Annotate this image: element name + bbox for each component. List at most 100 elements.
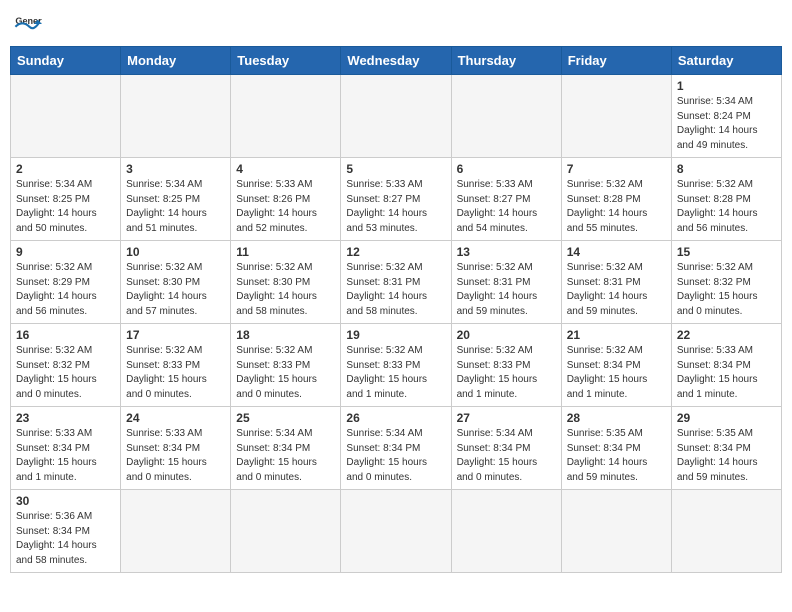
logo-icon: General: [14, 10, 42, 38]
day-info: Sunrise: 5:33 AM Sunset: 8:34 PM Dayligh…: [677, 344, 776, 402]
day-info: Sunrise: 5:32 AM Sunset: 8:33 PM Dayligh…: [346, 344, 445, 402]
calendar-day-cell: 9 Sunrise: 5:32 AM Sunset: 8:29 PM Daylig…: [11, 241, 121, 324]
calendar-week-row: 9 Sunrise: 5:32 AM Sunset: 8:29 PM Daylig…: [11, 241, 782, 324]
day-number: 5: [346, 162, 445, 176]
logo: General: [14, 10, 46, 38]
day-number: 4: [236, 162, 335, 176]
day-info: Sunrise: 5:34 AM Sunset: 8:24 PM Dayligh…: [677, 95, 776, 153]
calendar-day-cell: 19 Sunrise: 5:32 AM Sunset: 8:33 PM Dayli…: [341, 324, 451, 407]
calendar-day-cell: 30 Sunrise: 5:36 AM Sunset: 8:34 PM Dayli…: [11, 490, 121, 573]
day-number: 7: [567, 162, 666, 176]
calendar-day-cell: 13 Sunrise: 5:32 AM Sunset: 8:31 PM Dayli…: [451, 241, 561, 324]
day-number: 26: [346, 411, 445, 425]
day-number: 10: [126, 245, 225, 259]
calendar-day-cell: [121, 75, 231, 158]
calendar-day-cell: 14Sunrise: 5:32 AM Sunset: 8:31 PM Dayli…: [561, 241, 671, 324]
day-number: 22: [677, 328, 776, 342]
day-info: Sunrise: 5:32 AM Sunset: 8:34 PM Dayligh…: [567, 344, 666, 402]
day-info: Sunrise: 5:36 AM Sunset: 8:34 PM Dayligh…: [16, 510, 115, 568]
day-number: 24: [126, 411, 225, 425]
day-info: Sunrise: 5:34 AM Sunset: 8:25 PM Dayligh…: [16, 178, 115, 236]
day-number: 2: [16, 162, 115, 176]
calendar-week-row: 2 Sunrise: 5:34 AM Sunset: 8:25 PM Daylig…: [11, 158, 782, 241]
calendar-day-cell: 24 Sunrise: 5:33 AM Sunset: 8:34 PM Dayli…: [121, 407, 231, 490]
day-number: 6: [457, 162, 556, 176]
calendar-day-cell: 20Sunrise: 5:32 AM Sunset: 8:33 PM Dayli…: [451, 324, 561, 407]
weekday-header-sunday: Sunday: [11, 47, 121, 75]
calendar-day-cell: [231, 490, 341, 573]
day-number: 1: [677, 79, 776, 93]
calendar-day-cell: [341, 490, 451, 573]
calendar-day-cell: 22 Sunrise: 5:33 AM Sunset: 8:34 PM Dayli…: [671, 324, 781, 407]
calendar-day-cell: [11, 75, 121, 158]
day-number: 25: [236, 411, 335, 425]
day-number: 11: [236, 245, 335, 259]
calendar-day-cell: 25 Sunrise: 5:34 AM Sunset: 8:34 PM Dayli…: [231, 407, 341, 490]
calendar-day-cell: 10 Sunrise: 5:32 AM Sunset: 8:30 PM Dayli…: [121, 241, 231, 324]
calendar-day-cell: [231, 75, 341, 158]
weekday-header-thursday: Thursday: [451, 47, 561, 75]
weekday-header-wednesday: Wednesday: [341, 47, 451, 75]
day-number: 21: [567, 328, 666, 342]
calendar-day-cell: 7 Sunrise: 5:32 AM Sunset: 8:28 PM Daylig…: [561, 158, 671, 241]
day-info: Sunrise: 5:33 AM Sunset: 8:26 PM Dayligh…: [236, 178, 335, 236]
day-info: Sunrise: 5:32 AM Sunset: 8:32 PM Dayligh…: [16, 344, 115, 402]
day-number: 30: [16, 494, 115, 508]
calendar-day-cell: 11 Sunrise: 5:32 AM Sunset: 8:30 PM Dayli…: [231, 241, 341, 324]
calendar-day-cell: 8 Sunrise: 5:32 AM Sunset: 8:28 PM Daylig…: [671, 158, 781, 241]
day-number: 28: [567, 411, 666, 425]
calendar-day-cell: 12Sunrise: 5:32 AM Sunset: 8:31 PM Dayli…: [341, 241, 451, 324]
calendar-day-cell: 6Sunrise: 5:33 AM Sunset: 8:27 PM Daylig…: [451, 158, 561, 241]
weekday-header-friday: Friday: [561, 47, 671, 75]
day-info: Sunrise: 5:32 AM Sunset: 8:30 PM Dayligh…: [236, 261, 335, 319]
calendar-day-cell: 16Sunrise: 5:32 AM Sunset: 8:32 PM Dayli…: [11, 324, 121, 407]
day-info: Sunrise: 5:32 AM Sunset: 8:33 PM Dayligh…: [236, 344, 335, 402]
calendar-day-cell: 4 Sunrise: 5:33 AM Sunset: 8:26 PM Daylig…: [231, 158, 341, 241]
day-number: 27: [457, 411, 556, 425]
weekday-header-tuesday: Tuesday: [231, 47, 341, 75]
day-info: Sunrise: 5:32 AM Sunset: 8:28 PM Dayligh…: [677, 178, 776, 236]
calendar-day-cell: 26 Sunrise: 5:34 AM Sunset: 8:34 PM Dayli…: [341, 407, 451, 490]
day-info: Sunrise: 5:35 AM Sunset: 8:34 PM Dayligh…: [677, 427, 776, 485]
day-info: Sunrise: 5:32 AM Sunset: 8:33 PM Dayligh…: [126, 344, 225, 402]
day-info: Sunrise: 5:32 AM Sunset: 8:31 PM Dayligh…: [567, 261, 666, 319]
calendar-day-cell: 21 Sunrise: 5:32 AM Sunset: 8:34 PM Dayli…: [561, 324, 671, 407]
day-info: Sunrise: 5:32 AM Sunset: 8:28 PM Dayligh…: [567, 178, 666, 236]
calendar-day-cell: [451, 75, 561, 158]
day-info: Sunrise: 5:32 AM Sunset: 8:32 PM Dayligh…: [677, 261, 776, 319]
calendar-day-cell: 27 Sunrise: 5:34 AM Sunset: 8:34 PM Dayli…: [451, 407, 561, 490]
day-info: Sunrise: 5:32 AM Sunset: 8:33 PM Dayligh…: [457, 344, 556, 402]
day-number: 8: [677, 162, 776, 176]
calendar-day-cell: [121, 490, 231, 573]
day-number: 17: [126, 328, 225, 342]
calendar-week-row: 23Sunrise: 5:33 AM Sunset: 8:34 PM Dayli…: [11, 407, 782, 490]
calendar-day-cell: [561, 75, 671, 158]
day-info: Sunrise: 5:34 AM Sunset: 8:34 PM Dayligh…: [346, 427, 445, 485]
calendar-day-cell: 28Sunrise: 5:35 AM Sunset: 8:34 PM Dayli…: [561, 407, 671, 490]
calendar-day-cell: 3Sunrise: 5:34 AM Sunset: 8:25 PM Daylig…: [121, 158, 231, 241]
calendar-day-cell: [561, 490, 671, 573]
day-number: 15: [677, 245, 776, 259]
calendar-day-cell: 2 Sunrise: 5:34 AM Sunset: 8:25 PM Daylig…: [11, 158, 121, 241]
day-number: 9: [16, 245, 115, 259]
day-info: Sunrise: 5:32 AM Sunset: 8:29 PM Dayligh…: [16, 261, 115, 319]
day-number: 18: [236, 328, 335, 342]
weekday-header-saturday: Saturday: [671, 47, 781, 75]
weekday-header-monday: Monday: [121, 47, 231, 75]
day-info: Sunrise: 5:34 AM Sunset: 8:34 PM Dayligh…: [236, 427, 335, 485]
day-number: 19: [346, 328, 445, 342]
day-info: Sunrise: 5:32 AM Sunset: 8:31 PM Dayligh…: [457, 261, 556, 319]
calendar-day-cell: 23Sunrise: 5:33 AM Sunset: 8:34 PM Dayli…: [11, 407, 121, 490]
calendar-table: SundayMondayTuesdayWednesdayThursdayFrid…: [10, 46, 782, 573]
day-info: Sunrise: 5:34 AM Sunset: 8:34 PM Dayligh…: [457, 427, 556, 485]
day-number: 12: [346, 245, 445, 259]
calendar-day-cell: 15 Sunrise: 5:32 AM Sunset: 8:32 PM Dayli…: [671, 241, 781, 324]
day-info: Sunrise: 5:32 AM Sunset: 8:30 PM Dayligh…: [126, 261, 225, 319]
day-info: Sunrise: 5:33 AM Sunset: 8:34 PM Dayligh…: [126, 427, 225, 485]
calendar-day-cell: 17 Sunrise: 5:32 AM Sunset: 8:33 PM Dayli…: [121, 324, 231, 407]
day-info: Sunrise: 5:33 AM Sunset: 8:27 PM Dayligh…: [346, 178, 445, 236]
page-header: General: [10, 10, 782, 38]
day-number: 13: [457, 245, 556, 259]
calendar-day-cell: [341, 75, 451, 158]
calendar-week-row: 1 Sunrise: 5:34 AM Sunset: 8:24 PM Daylig…: [11, 75, 782, 158]
